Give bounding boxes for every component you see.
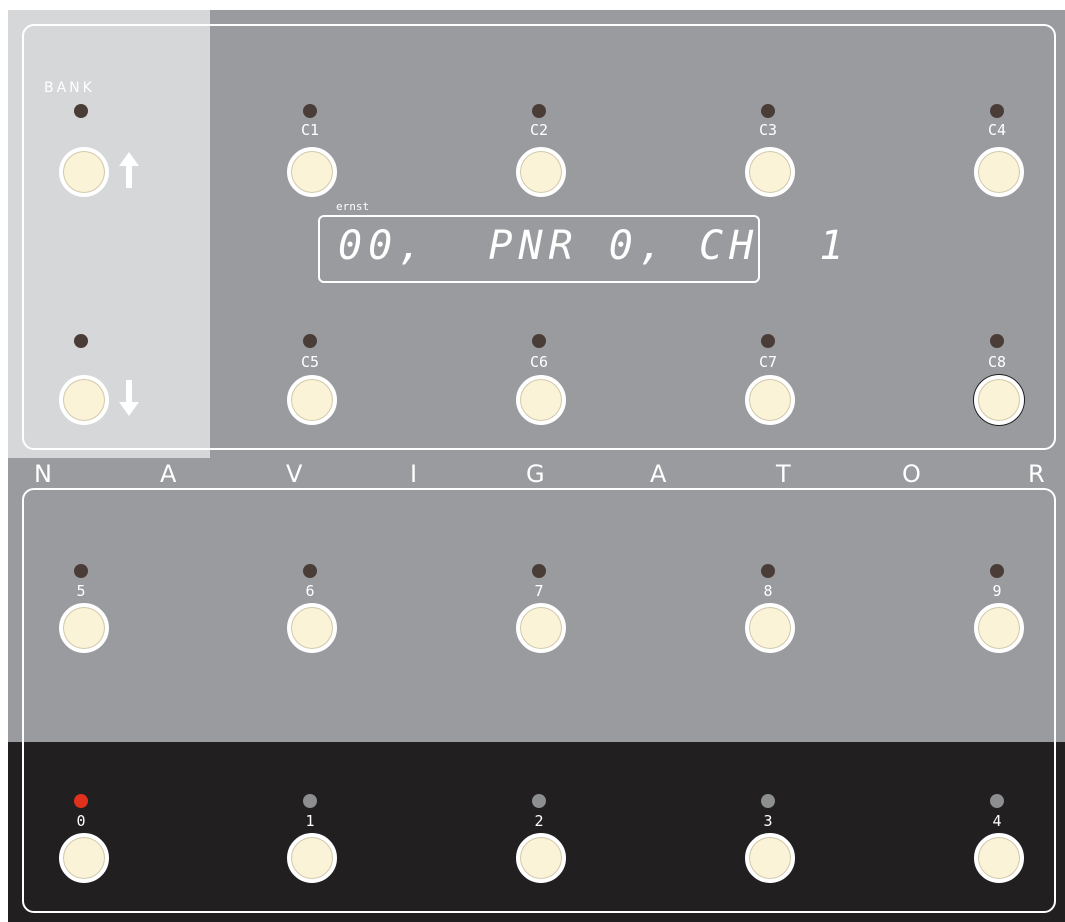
c4-button[interactable]: [974, 147, 1024, 197]
c2-button[interactable]: [516, 147, 566, 197]
c4-led: [990, 104, 1004, 118]
c5-led: [303, 334, 317, 348]
bank-down-button[interactable]: [59, 375, 109, 425]
c6-button[interactable]: [516, 375, 566, 425]
bank-up-button[interactable]: [59, 147, 109, 197]
c6-label: C6: [529, 353, 549, 371]
display-tag: ernst: [336, 200, 370, 213]
num-8-led: [761, 564, 775, 578]
num-7-button[interactable]: [516, 603, 566, 653]
display-text: 00, PNR 0, CH 1: [338, 223, 850, 269]
num-0-button[interactable]: [59, 833, 109, 883]
num-4-button[interactable]: [974, 833, 1024, 883]
brand-letter: G: [526, 460, 545, 488]
num-2-label: 2: [534, 812, 544, 830]
c1-led: [303, 104, 317, 118]
num-1-button[interactable]: [287, 833, 337, 883]
c5-label: C5: [300, 353, 320, 371]
brand-letter: A: [160, 460, 177, 488]
c1-button[interactable]: [287, 147, 337, 197]
num-1-label: 1: [305, 812, 315, 830]
brand-letter: T: [776, 460, 791, 488]
num-7-led: [532, 564, 546, 578]
num-6-led: [303, 564, 317, 578]
c2-label: C2: [529, 121, 549, 139]
num-0-label: 0: [76, 812, 86, 830]
arrow-down-icon: [119, 380, 139, 416]
bank-label: BANK: [44, 80, 95, 96]
num-1-led: [303, 794, 317, 808]
num-7-label: 7: [534, 582, 544, 600]
brand-letter: O: [902, 460, 921, 488]
c7-label: C7: [758, 353, 778, 371]
c7-button[interactable]: [745, 375, 795, 425]
num-6-label: 6: [305, 582, 315, 600]
num-2-led: [532, 794, 546, 808]
c8-label: C8: [987, 353, 1007, 371]
c5-button[interactable]: [287, 375, 337, 425]
c3-label: C3: [758, 121, 778, 139]
c8-led: [990, 334, 1004, 348]
lcd-display: 00, PNR 0, CH 1: [318, 215, 850, 283]
c4-label: C4: [987, 121, 1007, 139]
c6-led: [532, 334, 546, 348]
num-4-led: [990, 794, 1004, 808]
brand-letter: V: [286, 460, 303, 488]
num-0-led: [74, 794, 88, 808]
c8-button[interactable]: [974, 375, 1024, 425]
brand-letter: N: [34, 460, 52, 488]
c3-button[interactable]: [745, 147, 795, 197]
arrow-up-icon: [119, 152, 139, 188]
num-2-button[interactable]: [516, 833, 566, 883]
brand-letter: A: [650, 460, 667, 488]
num-9-led: [990, 564, 1004, 578]
num-3-button[interactable]: [745, 833, 795, 883]
c3-led: [761, 104, 775, 118]
num-8-button[interactable]: [745, 603, 795, 653]
c7-led: [761, 334, 775, 348]
c1-label: C1: [300, 121, 320, 139]
brand-letter: I: [410, 460, 418, 488]
num-3-led: [761, 794, 775, 808]
num-5-button[interactable]: [59, 603, 109, 653]
num-9-label: 9: [992, 582, 1002, 600]
num-8-label: 8: [763, 582, 773, 600]
num-6-button[interactable]: [287, 603, 337, 653]
num-3-label: 3: [763, 812, 773, 830]
brand-letter: R: [1028, 460, 1045, 488]
c2-led: [532, 104, 546, 118]
num-5-led: [74, 564, 88, 578]
bank-up-led: [74, 104, 88, 118]
num-4-label: 4: [992, 812, 1002, 830]
num-9-button[interactable]: [974, 603, 1024, 653]
num-5-label: 5: [76, 582, 86, 600]
bank-down-led: [74, 334, 88, 348]
